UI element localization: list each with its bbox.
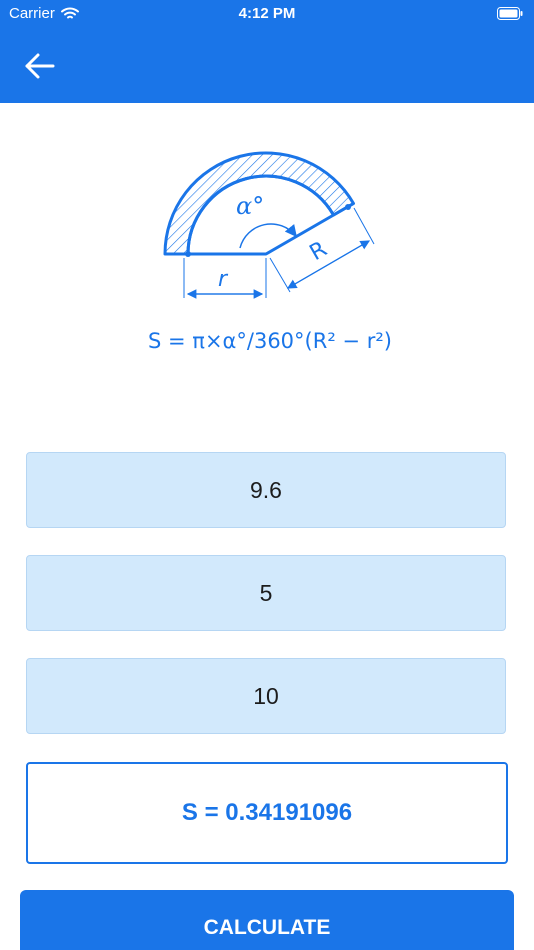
- calculate-button-label: CALCULATE: [203, 916, 331, 939]
- input-value-3: 10: [253, 682, 279, 709]
- calculate-button[interactable]: CALCULATE: [20, 890, 514, 950]
- arrow-left-icon: [25, 53, 55, 79]
- R-label: R: [306, 237, 332, 266]
- input-field-2[interactable]: 5: [26, 555, 506, 631]
- formula-text: S = π×α°/360°(R² − r²): [148, 329, 392, 353]
- sector-ring-diagram: α° r R S = π×α°/360°(R² − r²): [148, 151, 392, 353]
- angle-label: α°: [236, 192, 264, 220]
- status-bar: Carrier 4:12 PM: [0, 0, 534, 30]
- back-button[interactable]: [20, 47, 58, 85]
- app-screen: Carrier 4:12 PM α° r R S = π×α°/360°(R² …: [0, 0, 534, 950]
- top-bar: Carrier 4:12 PM: [0, 0, 534, 103]
- result-text: S = 0.34191096: [181, 799, 353, 826]
- status-time: 4:12 PM: [238, 5, 296, 22]
- result-display: S = 0.34191096: [26, 762, 508, 864]
- input-value-2: 5: [259, 579, 273, 606]
- input-value-1: 9.6: [250, 476, 282, 503]
- input-field-1[interactable]: 9.6: [26, 452, 506, 528]
- battery-icon: [497, 7, 523, 20]
- input-field-3[interactable]: 10: [26, 658, 506, 734]
- r-label: r: [218, 267, 229, 292]
